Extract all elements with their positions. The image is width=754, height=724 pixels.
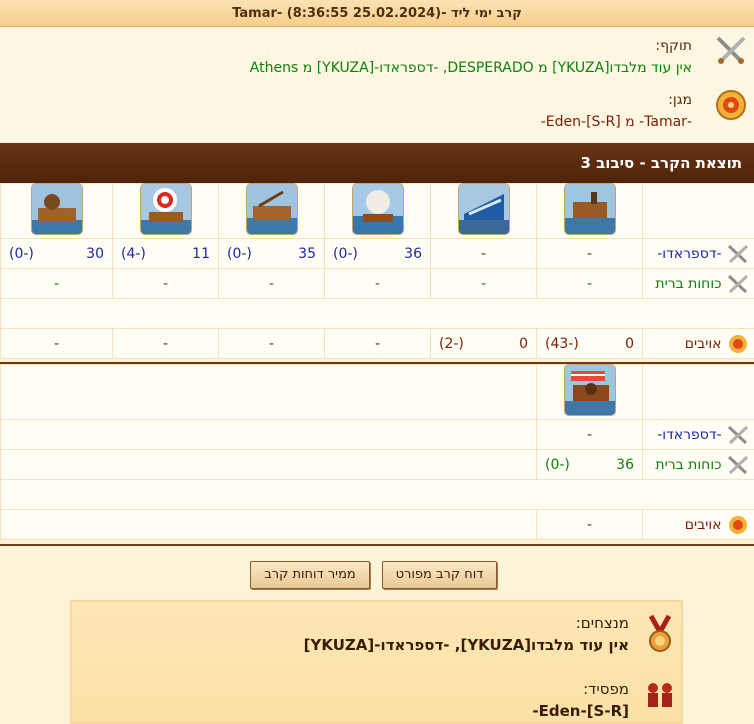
- cell: -: [324, 328, 431, 359]
- crossed-swords-icon: [716, 36, 746, 64]
- cell-pair: (0-) 36: [545, 456, 634, 473]
- battle-result-title: תוצאת הקרב - סיבוב 3: [0, 143, 754, 183]
- steam-ram-ship-icon: [564, 184, 615, 234]
- table-row: אויבים -: [0, 509, 754, 540]
- row-name: -דספראדו-: [657, 245, 722, 262]
- attacker-block: תוקף: אין עוד מלבדו[YKUZA] מ DESPERADO, …: [0, 28, 754, 86]
- shield-icon: [726, 514, 750, 536]
- cell-pair: (4-) 11: [121, 245, 210, 262]
- unit-label-cell: [642, 183, 754, 239]
- table-row: כוחות ברית (0-) 36: [0, 449, 754, 480]
- winners-value: אין עוד מלבדו[YKUZA], -דספראדו-[YKUZA]: [303, 636, 629, 654]
- cell: -: [430, 268, 537, 299]
- table-row: -דספראדו- -: [0, 419, 754, 450]
- unit-images-row: [0, 183, 754, 239]
- cell: -: [536, 509, 643, 540]
- defender-block: מגן: -Tamar- מ Eden-[S-R]-: [0, 86, 754, 142]
- shield-icon: [726, 333, 750, 355]
- attacker-value: אין עוד מלבדו[YKUZA] מ DESPERADO, -דספרא…: [249, 60, 692, 76]
- cell: -: [112, 328, 219, 359]
- shield-icon: [716, 90, 746, 120]
- detailed-report-button[interactable]: דוח קרב מפורט: [382, 561, 497, 589]
- cell-pair: (2-) 0: [439, 335, 528, 352]
- cell: -: [430, 238, 537, 269]
- table-row: אויבים (43-) 0 (2-) 0 - - - -: [0, 328, 754, 359]
- target-ship-icon: [140, 184, 191, 234]
- cell: -: [324, 268, 431, 299]
- medal-icon: [648, 614, 672, 652]
- paddle-ship-icon: [458, 184, 509, 234]
- winners-label: מנצחים:: [575, 614, 629, 632]
- catapult-ship-icon: [246, 184, 297, 234]
- defender-value: -Tamar- מ Eden-[S-R]-: [540, 114, 692, 130]
- unit-images-row: [0, 364, 754, 420]
- cell-pair: (43-) 0: [545, 335, 634, 352]
- battle-table-1: -דספראדו- - - (0-) 36 (0-) 35 (4-) 11 (0-) 3…: [0, 183, 754, 359]
- crossed-swords-icon: [726, 243, 750, 265]
- cell: -: [536, 238, 643, 269]
- battle-outcome-box: מנצחים: אין עוד מלבדו[YKUZA], -דספראדו-[…: [70, 600, 683, 724]
- table-row: -דספראדו- - - (0-) 36 (0-) 35 (4-) 11 (0-) 3…: [0, 238, 754, 269]
- loser-value: Eden-[S-R]-: [532, 702, 629, 720]
- crossed-swords-icon: [726, 273, 750, 295]
- defender-label: מגן:: [668, 92, 692, 108]
- table-row: כוחות ברית - - - - - -: [0, 268, 754, 299]
- ballista-ship-icon: [31, 184, 82, 234]
- row-name: אויבים: [684, 516, 722, 533]
- cell: -: [218, 268, 325, 299]
- crossed-swords-icon: [726, 454, 750, 476]
- balloon-carrier-icon: [352, 184, 403, 234]
- cell: -: [536, 419, 643, 450]
- row-name: כוחות ברית: [655, 275, 722, 292]
- crossed-swords-icon: [726, 424, 750, 446]
- fallen-soldiers-icon: [648, 683, 672, 707]
- row-name: כוחות ברית: [655, 456, 722, 473]
- loser-label: מפסיד:: [583, 680, 629, 698]
- cell: -: [0, 268, 113, 299]
- row-name: אויבים: [684, 335, 722, 352]
- cell-pair: (0-) 30: [9, 245, 104, 262]
- row-name: -דספראדו-: [657, 426, 722, 443]
- cell-pair: (0-) 35: [227, 245, 316, 262]
- cell: -: [112, 268, 219, 299]
- report-converter-button[interactable]: ממיר דוחות קרב: [250, 561, 370, 589]
- battle-report-header: קרב ימי ליד -(25.02.2024 8:36:55) -Tamar: [0, 0, 754, 27]
- cell-pair: (0-) 36: [333, 245, 422, 262]
- cell: -: [0, 328, 113, 359]
- cell: -: [218, 328, 325, 359]
- mortar-ship-icon: [564, 365, 615, 415]
- section-divider: [0, 544, 754, 546]
- attacker-label: תוקף:: [655, 38, 692, 54]
- battle-table-2: -דספראדו- - כוחות ברית (0-) 36 אויבים -: [0, 364, 754, 540]
- cell: -: [536, 268, 643, 299]
